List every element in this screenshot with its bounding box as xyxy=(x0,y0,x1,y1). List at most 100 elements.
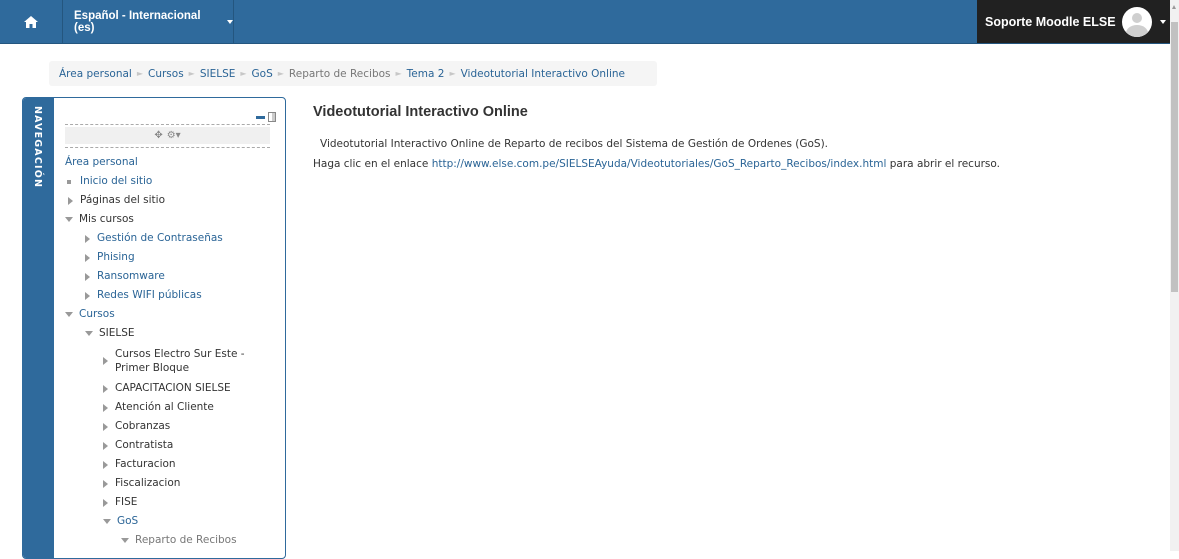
breadcrumb-separator-icon: ► xyxy=(188,69,195,78)
page-intro: Videotutorial Interactivo Online de Repa… xyxy=(320,138,829,150)
chevron-right-icon[interactable] xyxy=(103,479,108,488)
chevron-right-icon[interactable] xyxy=(103,403,108,412)
nav-item-cobranzas[interactable]: Cobranzas xyxy=(65,417,285,436)
nav-item-label[interactable]: Cursos xyxy=(79,305,115,324)
chevron-right-icon[interactable] xyxy=(103,441,108,450)
nav-item-label[interactable]: Ransomware xyxy=(97,267,165,286)
nav-item-label: Cobranzas xyxy=(115,420,171,432)
nav-item-label[interactable]: Redes WIFI públicas xyxy=(97,286,202,305)
nav-item-ransomware[interactable]: Ransomware xyxy=(65,267,285,286)
breadcrumb-item-area-personal[interactable]: Área personal xyxy=(59,68,132,80)
chevron-right-icon[interactable] xyxy=(103,384,108,393)
nav-item-redes-wifi[interactable]: Redes WIFI públicas xyxy=(65,286,285,305)
nav-item-label[interactable]: GoS xyxy=(117,512,138,531)
nav-item-label[interactable]: Phising xyxy=(97,248,135,267)
breadcrumb: Área personal ► Cursos ► SIELSE ► GoS ► … xyxy=(49,61,657,86)
language-menu[interactable]: Español - Internacional (es) xyxy=(62,0,234,43)
breadcrumb-item-tema-2[interactable]: Tema 2 xyxy=(407,68,445,80)
scrollbar[interactable] xyxy=(1170,0,1179,551)
nav-item-atencion-cliente[interactable]: Atención al Cliente xyxy=(65,398,285,417)
nav-item-label: Fiscalizacion xyxy=(115,477,181,489)
bullet-icon xyxy=(67,179,71,184)
link-prefix: Haga clic en el enlace xyxy=(313,158,429,170)
nav-item-cursos[interactable]: Cursos xyxy=(65,305,285,324)
nav-item-mis-cursos[interactable]: Mis cursos xyxy=(65,210,285,229)
scroll-up-arrow-icon[interactable] xyxy=(1172,5,1176,9)
breadcrumb-item-reparto: Reparto de Recibos xyxy=(288,67,391,80)
gear-icon[interactable]: ⚙▾ xyxy=(167,130,181,141)
chevron-right-icon[interactable] xyxy=(85,253,90,262)
nav-item-label: Facturacion xyxy=(115,458,176,470)
chevron-down-icon xyxy=(1159,19,1166,24)
move-icon[interactable]: ✥ xyxy=(154,130,162,141)
breadcrumb-separator-icon: ► xyxy=(277,69,284,78)
language-label: Español - Internacional (es) xyxy=(74,9,201,34)
user-name: Soporte Moodle ELSE xyxy=(985,14,1116,29)
nav-item-facturacion[interactable]: Facturacion xyxy=(65,455,285,474)
nav-item-label: Cursos Electro Sur Este - Primer Bloque xyxy=(115,348,245,374)
navigation-tree: Área personal Inicio del sitio Páginas d… xyxy=(65,153,285,550)
navigation-block-header: NAVEGACIÓN xyxy=(23,98,54,558)
chevron-down-icon[interactable] xyxy=(65,312,73,317)
nav-item-cursos-electro-sur-este[interactable]: Cursos Electro Sur Este - Primer Bloque xyxy=(65,343,285,379)
resource-link-line: Haga clic en el enlace http://www.else.c… xyxy=(313,158,1000,170)
collapse-icon[interactable] xyxy=(256,115,265,119)
nav-item-inicio-del-sitio[interactable]: Inicio del sitio xyxy=(65,172,285,191)
chevron-down-icon[interactable] xyxy=(103,519,111,524)
chevron-right-icon[interactable] xyxy=(103,498,108,507)
nav-item-label: FISE xyxy=(115,496,138,508)
nav-item-capacitacion-sielse[interactable]: CAPACITACION SIELSE xyxy=(65,379,285,398)
nav-item-label[interactable]: Gestión de Contraseñas xyxy=(97,229,223,248)
nav-item-label: Contratista xyxy=(115,439,174,451)
user-menu[interactable]: Soporte Moodle ELSE xyxy=(977,0,1170,43)
nav-item-fise[interactable]: FISE xyxy=(65,493,285,512)
breadcrumb-item-cursos[interactable]: Cursos xyxy=(148,68,184,80)
divider xyxy=(65,124,270,125)
scrollbar-thumb[interactable] xyxy=(1171,22,1178,292)
nav-item-contratista[interactable]: Contratista xyxy=(65,436,285,455)
breadcrumb-item-videotutorial[interactable]: Videotutorial Interactivo Online xyxy=(461,68,625,80)
home-button[interactable] xyxy=(0,0,63,43)
breadcrumb-item-gos[interactable]: GoS xyxy=(252,68,273,80)
chevron-down-icon[interactable] xyxy=(121,538,129,543)
chevron-down-icon[interactable] xyxy=(65,217,73,222)
nav-item-gos[interactable]: GoS xyxy=(65,512,285,531)
block-controls xyxy=(256,112,276,122)
divider xyxy=(65,147,270,148)
home-icon xyxy=(24,15,38,28)
chevron-right-icon[interactable] xyxy=(103,460,108,469)
link-suffix: para abrir el recurso. xyxy=(889,158,1000,170)
chevron-right-icon[interactable] xyxy=(85,272,90,281)
nav-item-sielse[interactable]: SIELSE xyxy=(65,324,285,343)
chevron-right-icon[interactable] xyxy=(103,357,108,365)
chevron-down-icon xyxy=(227,19,233,24)
nav-item-label: SIELSE xyxy=(99,327,135,339)
chevron-right-icon[interactable] xyxy=(85,291,90,300)
breadcrumb-separator-icon: ► xyxy=(240,69,247,78)
top-navbar: Español - Internacional (es) Soporte Moo… xyxy=(0,0,1170,44)
nav-item-paginas-del-sitio[interactable]: Páginas del sitio xyxy=(65,191,285,210)
nav-item-label: Reparto de Recibos xyxy=(135,534,237,546)
chevron-right-icon[interactable] xyxy=(103,422,108,431)
avatar xyxy=(1121,6,1152,37)
dock-icon[interactable] xyxy=(268,112,276,122)
chevron-right-icon[interactable] xyxy=(68,196,73,205)
nav-item-gestion-contrasenas[interactable]: Gestión de Contraseñas xyxy=(65,229,285,248)
navigation-block: NAVEGACIÓN ✥ ⚙▾ Área personal Inicio del… xyxy=(22,97,286,559)
nav-item-area-personal[interactable]: Área personal xyxy=(65,153,285,172)
nav-item-label[interactable]: Área personal xyxy=(65,153,138,172)
nav-item-label[interactable]: Inicio del sitio xyxy=(80,172,152,191)
block-move-bar[interactable]: ✥ ⚙▾ xyxy=(65,127,270,144)
chevron-down-icon[interactable] xyxy=(85,331,93,336)
nav-item-fiscalizacion[interactable]: Fiscalizacion xyxy=(65,474,285,493)
nav-item-label: Mis cursos xyxy=(79,213,134,225)
breadcrumb-separator-icon: ► xyxy=(449,69,456,78)
chevron-right-icon[interactable] xyxy=(85,234,90,243)
breadcrumb-separator-icon: ► xyxy=(395,69,402,78)
nav-item-phising[interactable]: Phising xyxy=(65,248,285,267)
breadcrumb-item-sielse[interactable]: SIELSE xyxy=(200,68,236,80)
nav-item-reparto-recibos[interactable]: Reparto de Recibos xyxy=(65,531,285,550)
breadcrumb-separator-icon: ► xyxy=(136,69,143,78)
nav-item-label: Páginas del sitio xyxy=(80,194,165,206)
resource-link[interactable]: http://www.else.com.pe/SIELSEAyuda/Video… xyxy=(432,158,887,170)
